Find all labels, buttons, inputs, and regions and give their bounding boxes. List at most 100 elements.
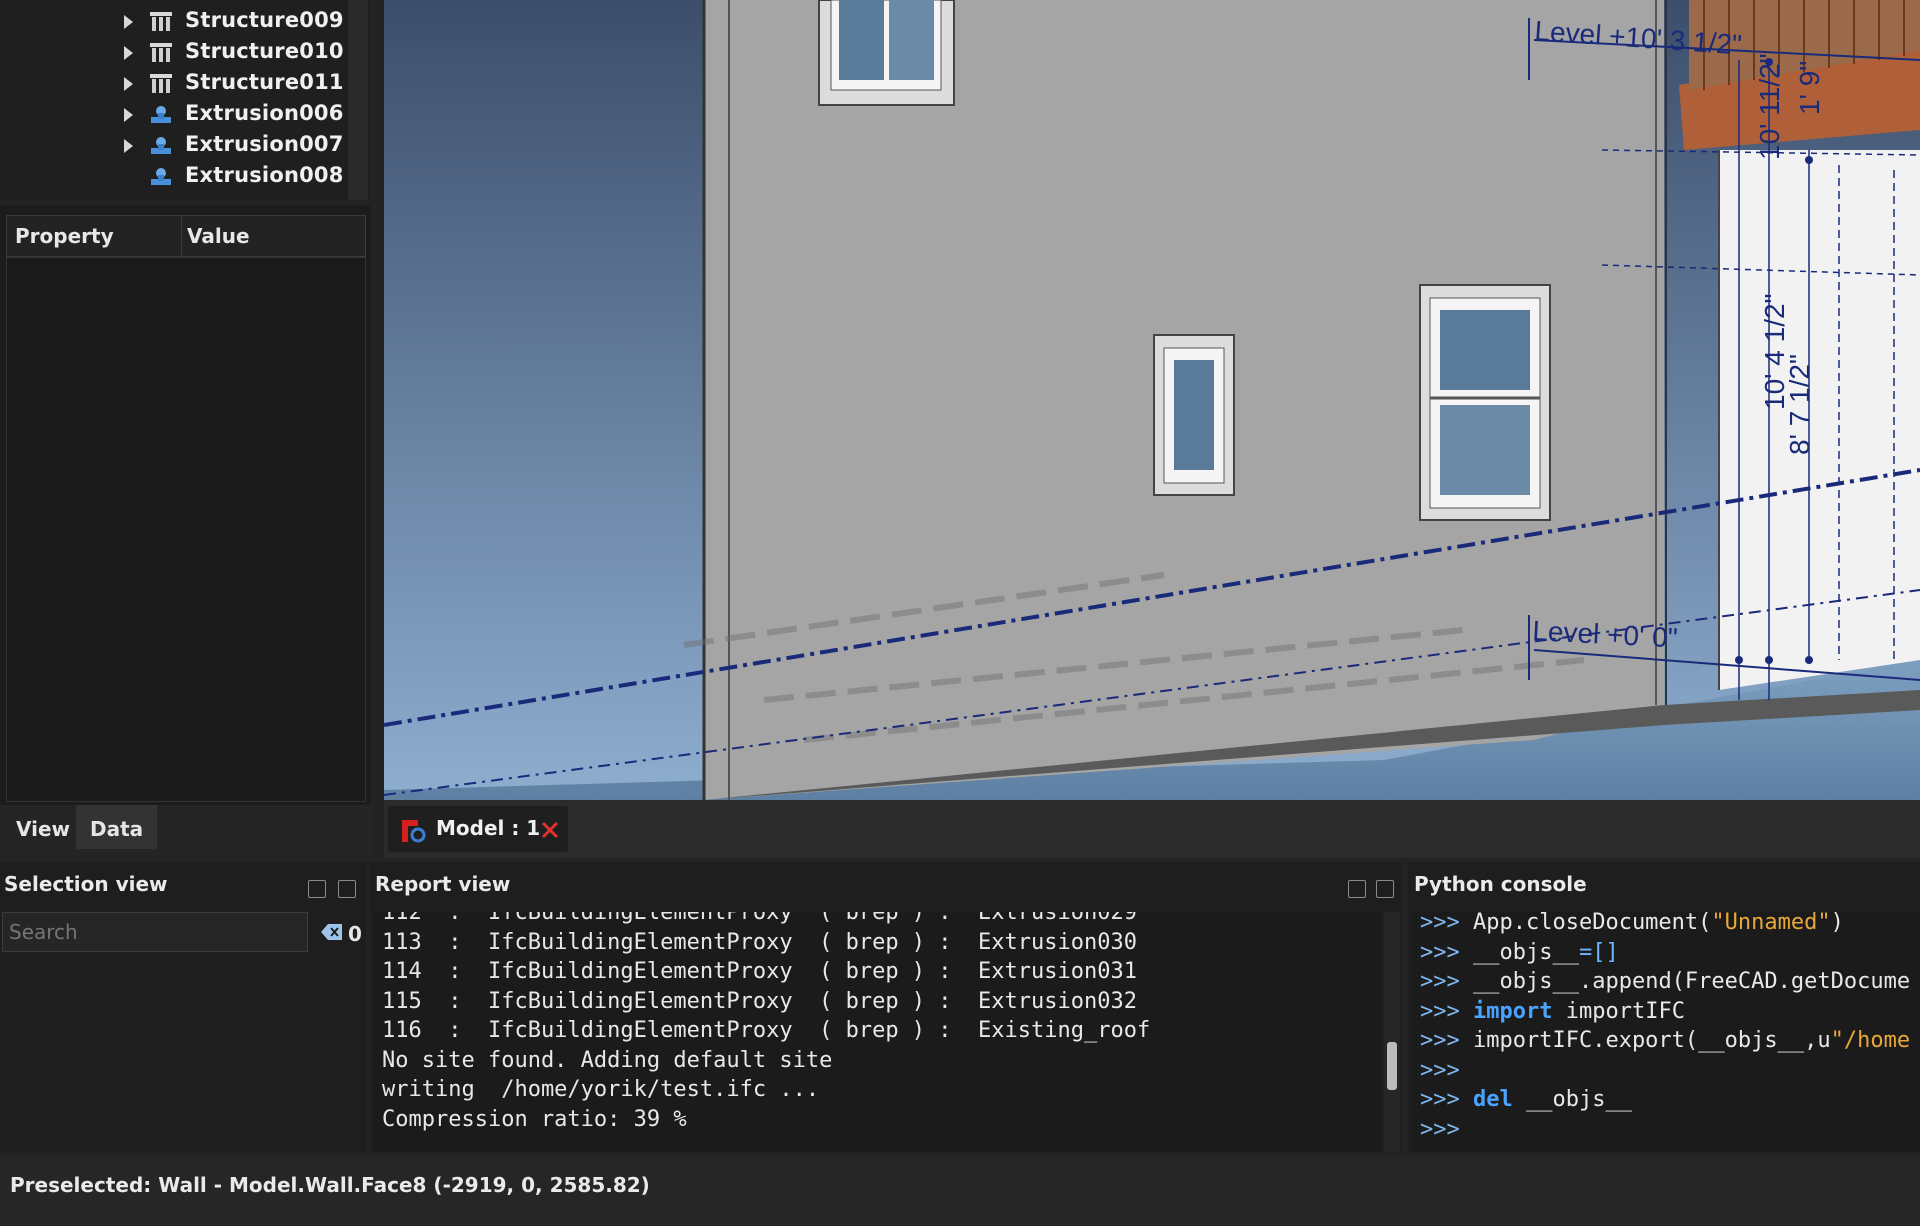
dimension-label: 1' 9" <box>1794 61 1825 115</box>
document-tab-bar: Model : 1 <box>384 800 1920 858</box>
report-line: 114 : IfcBuildingElementProxy ( brep ) :… <box>382 959 1137 984</box>
console-token: "/home <box>1830 1028 1911 1053</box>
console-prompt: >>> <box>1420 1028 1460 1053</box>
report-line: 115 : IfcBuildingElementProxy ( brep ) :… <box>382 988 1137 1014</box>
search-field[interactable] <box>2 912 308 952</box>
report-line: No site found. Adding default site <box>382 1047 833 1073</box>
selection-view-panel: Selection view 0 <box>0 862 366 1152</box>
python-console-output[interactable]: >>> App.closeDocument("Unnamed") >>> __ob… <box>1412 912 1920 1152</box>
window <box>1153 334 1235 496</box>
expand-arrow-icon[interactable] <box>124 139 133 153</box>
console-token: __objs__ <box>1512 1087 1632 1112</box>
report-line: 116 : IfcBuildingElementProxy ( brep ) :… <box>382 1018 1151 1043</box>
console-line: >>> __objs__.append(FreeCAD.getDocume <box>1420 969 1910 998</box>
tree-item-label: Extrusion006 <box>185 101 344 125</box>
property-column-header[interactable]: Property <box>15 224 114 248</box>
python-console-title: Python console <box>1414 872 1587 896</box>
structure-icon <box>150 43 172 62</box>
3d-viewport[interactable]: Level +10' 3 1/2" Level +0' 0" 10' 4 1/2… <box>384 0 1920 800</box>
expand-arrow-icon[interactable] <box>124 108 133 122</box>
tree-item[interactable]: Structure010 <box>0 37 344 67</box>
selection-view-title: Selection view <box>4 872 168 896</box>
tree-item-label: Structure011 <box>185 70 344 94</box>
tab-data[interactable]: Data <box>76 805 158 849</box>
console-prompt: >>> <box>1420 998 1460 1024</box>
tree-item-label: Extrusion007 <box>185 132 344 156</box>
python-console-panel: Python console >>> App.closeDocument("Un… <box>1408 862 1920 1152</box>
scrollbar-thumb[interactable] <box>1387 1042 1397 1090</box>
console-token: =[] <box>1578 939 1619 965</box>
report-output[interactable]: 112 : IfcBuildingElementProxy ( brep ) :… <box>374 912 1382 1152</box>
console-token: importIFC <box>1552 998 1685 1024</box>
console-line: >>> del __objs__ <box>1420 1087 1632 1116</box>
console-token: del <box>1473 1087 1513 1112</box>
console-prompt: >>> <box>1420 939 1460 965</box>
report-line: Compression ratio: 39 % <box>382 1106 687 1132</box>
console-line: >>> importIFC.export(__objs__,u"/home <box>1420 1028 1910 1057</box>
structure-icon <box>150 74 172 93</box>
console-prompt: >>> <box>1420 912 1460 935</box>
structure-icon <box>150 12 172 31</box>
tree-item-label: Structure010 <box>185 39 344 63</box>
console-line: >>> import importIFC <box>1420 999 1685 1028</box>
console-token: "Unnamed" <box>1711 912 1831 935</box>
status-bar: Preselected: Wall - Model.Wall.Face8 (-2… <box>0 1155 1920 1226</box>
tree-item[interactable]: Structure009 <box>0 6 344 36</box>
window <box>1419 284 1551 521</box>
report-line: 112 : IfcBuildingElementProxy ( brep ) :… <box>382 912 1137 925</box>
close-icon[interactable] <box>540 820 560 840</box>
expand-arrow-icon[interactable] <box>124 46 133 60</box>
console-prompt: >>> <box>1420 1116 1460 1142</box>
property-tabs: View Data <box>0 805 372 855</box>
tree-item-label: Structure009 <box>185 8 344 32</box>
tab-view[interactable]: View <box>2 805 84 849</box>
console-token: App.closeDocument( <box>1473 912 1712 935</box>
status-text: Preselected: Wall - Model.Wall.Face8 (-2… <box>10 1173 650 1197</box>
console-token: import <box>1473 998 1553 1024</box>
console-line: >>> <box>1420 1058 1473 1087</box>
console-prompt: >>> <box>1420 969 1460 994</box>
dimension-label: 8' 7 1/2" <box>1784 354 1815 455</box>
tree-item[interactable]: Extrusion006 <box>0 99 343 129</box>
clear-search-icon[interactable] <box>320 922 344 942</box>
console-token: .append(FreeCAD.getDocume <box>1578 969 1911 994</box>
console-token: ) <box>1830 912 1844 935</box>
expand-arrow-icon[interactable] <box>124 77 133 91</box>
console-token: importIFC.export(__objs__,u <box>1473 1028 1831 1053</box>
console-token: __objs__ <box>1473 969 1579 994</box>
extrusion-icon <box>151 137 171 154</box>
report-view-title: Report view <box>375 872 511 896</box>
search-input[interactable] <box>3 913 307 951</box>
console-token: __objs__ <box>1473 939 1579 965</box>
float-panel-icon[interactable] <box>1348 880 1366 898</box>
tab-model[interactable]: Model : 1 <box>388 806 568 852</box>
extrusion-icon <box>151 106 171 123</box>
report-scrollbar[interactable] <box>1384 912 1400 1152</box>
extrusion-icon <box>151 168 171 185</box>
building-model-render[interactable]: Level +10' 3 1/2" Level +0' 0" 10' 4 1/2… <box>384 0 1920 800</box>
tree-item[interactable]: Extrusion008 <box>0 161 343 191</box>
report-view-panel: Report view 112 : IfcBuildingElementProx… <box>370 862 1402 1152</box>
close-panel-icon[interactable] <box>1376 880 1394 898</box>
property-panel: Property Value <box>0 205 370 805</box>
freecad-document-icon <box>402 820 426 843</box>
document-tab-label: Model : 1 <box>436 816 541 840</box>
value-column-header[interactable]: Value <box>187 224 250 248</box>
model-tree: Structure009 Structure010 Structure011 Extr… <box>0 0 370 200</box>
report-line: 113 : IfcBuildingElementProxy ( brep ) :… <box>382 929 1137 955</box>
close-panel-icon[interactable] <box>338 880 356 898</box>
console-prompt: >>> <box>1420 1057 1460 1083</box>
console-line: >>> <box>1420 1117 1473 1146</box>
console-line: >>> __objs__=[] <box>1420 940 1619 969</box>
tree-item[interactable]: Structure011 <box>0 68 344 98</box>
tree-item-label: Extrusion008 <box>185 163 344 187</box>
property-table <box>6 257 366 802</box>
expand-arrow-icon[interactable] <box>124 15 133 29</box>
tree-item[interactable]: Extrusion007 <box>0 130 343 160</box>
window <box>818 0 955 106</box>
console-line: >>> App.closeDocument("Unnamed") <box>1420 912 1844 939</box>
float-panel-icon[interactable] <box>308 880 326 898</box>
console-prompt: >>> <box>1420 1087 1460 1112</box>
dimension-label: 10' 11/2" <box>1754 53 1785 160</box>
tree-scrollbar[interactable] <box>348 0 368 200</box>
